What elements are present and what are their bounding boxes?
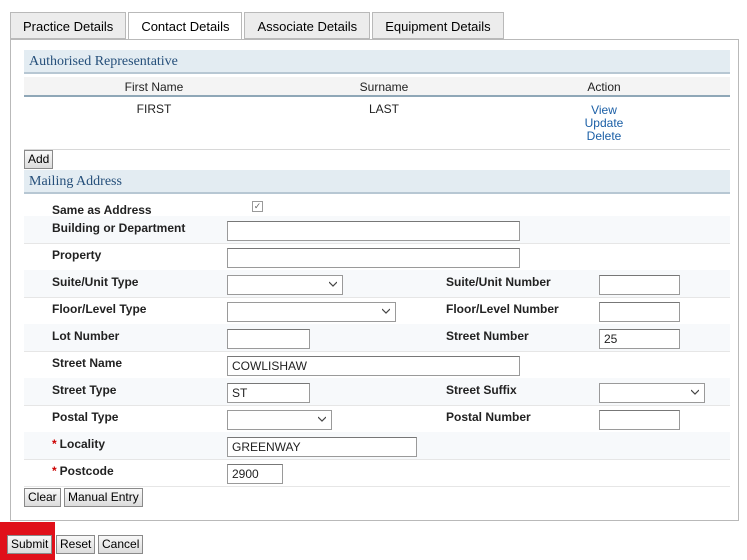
- cell-first-name: FIRST: [136, 102, 172, 116]
- postcode-input[interactable]: 2900: [227, 464, 283, 484]
- chevron-down-icon: [318, 416, 326, 422]
- street-suffix-select[interactable]: [599, 383, 705, 403]
- contact-details-panel: Authorised Representative First Name Sur…: [10, 39, 739, 521]
- tab-practice-details[interactable]: Practice Details: [10, 12, 127, 39]
- manual-entry-button[interactable]: Manual Entry: [64, 488, 143, 507]
- cancel-button[interactable]: Cancel: [98, 535, 144, 554]
- reset-button[interactable]: Reset: [56, 535, 96, 554]
- suite-type-select[interactable]: [227, 275, 343, 295]
- column-action: Action: [587, 80, 621, 94]
- chevron-down-icon: [329, 281, 337, 287]
- floor-number-input[interactable]: [599, 302, 680, 322]
- table-row: FIRST LAST View Update Delete: [24, 99, 730, 150]
- street-number-input[interactable]: 25: [599, 329, 680, 349]
- street-suffix-label: Street Suffix: [446, 383, 517, 397]
- same-as-address-checkbox[interactable]: ✓: [252, 201, 263, 212]
- postcode-label-text: Postcode: [59, 464, 114, 478]
- street-type-input[interactable]: ST: [227, 383, 310, 403]
- suite-number-input[interactable]: [599, 275, 680, 295]
- building-label: Building or Department: [52, 221, 186, 235]
- suite-type-label: Suite/Unit Type: [52, 275, 139, 289]
- postal-number-label: Postal Number: [446, 410, 531, 424]
- cell-surname: LAST: [368, 102, 399, 116]
- locality-input[interactable]: GREENWAY: [227, 437, 417, 457]
- postal-number-input[interactable]: [599, 410, 680, 430]
- chevron-down-icon: [382, 308, 390, 314]
- authorised-rep-grid-header: First Name Surname Action: [24, 77, 730, 97]
- building-input[interactable]: [227, 221, 520, 241]
- clear-button[interactable]: Clear: [24, 488, 61, 507]
- tab-associate-details[interactable]: Associate Details: [244, 12, 371, 39]
- floor-number-label: Floor/Level Number: [446, 302, 559, 316]
- lot-number-label: Lot Number: [52, 329, 120, 343]
- property-input[interactable]: [227, 248, 520, 268]
- locality-label-text: Locality: [59, 437, 106, 451]
- postal-type-label: Postal Type: [52, 410, 119, 424]
- floor-type-select[interactable]: [227, 302, 396, 322]
- street-number-label: Street Number: [446, 329, 529, 343]
- column-surname: Surname: [359, 80, 409, 94]
- column-first-name: First Name: [124, 80, 184, 94]
- street-type-label: Street Type: [52, 383, 117, 397]
- required-marker: *: [52, 464, 57, 478]
- suite-number-label: Suite/Unit Number: [446, 275, 551, 289]
- postal-type-select[interactable]: [227, 410, 332, 430]
- delete-link[interactable]: Delete: [574, 130, 634, 143]
- mailing-address-header: Mailing Address: [24, 170, 730, 194]
- postcode-label: * Postcode: [52, 464, 114, 478]
- same-as-address-label: Same as Address: [52, 203, 152, 217]
- tab-equipment-details[interactable]: Equipment Details: [372, 12, 504, 39]
- floor-type-label: Floor/Level Type: [52, 302, 147, 316]
- property-label: Property: [52, 248, 102, 262]
- required-marker: *: [52, 437, 57, 451]
- lot-number-input[interactable]: [227, 329, 310, 349]
- street-name-input[interactable]: COWLISHAW: [227, 356, 520, 376]
- chevron-down-icon: [691, 389, 699, 395]
- submit-button[interactable]: Submit: [7, 535, 53, 554]
- tab-bar: Practice Details Contact Details Associa…: [10, 12, 506, 40]
- locality-label: * Locality: [52, 437, 105, 451]
- add-representative-button[interactable]: Add: [24, 150, 54, 169]
- tab-contact-details[interactable]: Contact Details: [128, 12, 243, 40]
- cell-actions: View Update Delete: [574, 104, 634, 143]
- street-name-label: Street Name: [52, 356, 123, 370]
- authorised-representative-header: Authorised Representative: [24, 50, 730, 74]
- row-postcode: [24, 459, 730, 487]
